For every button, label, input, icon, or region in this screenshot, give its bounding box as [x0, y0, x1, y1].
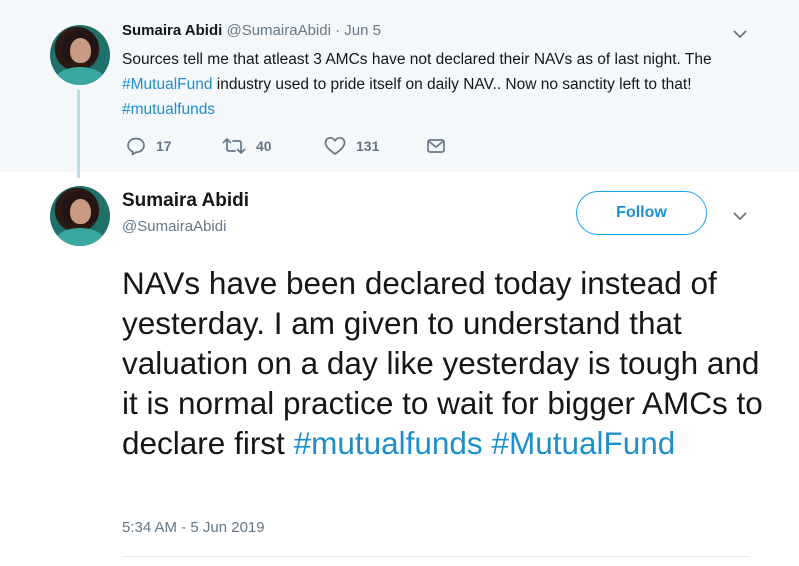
parent-author-handle[interactable]: @SumairaAbidi: [226, 22, 330, 39]
like-button[interactable]: 131: [324, 136, 379, 156]
follow-button[interactable]: Follow: [576, 191, 707, 235]
chevron-down-icon[interactable]: [732, 26, 748, 42]
reply-count: 17: [156, 138, 172, 154]
reply-icon: [127, 137, 145, 156]
direct-message-button[interactable]: [426, 136, 446, 156]
main-author-handle[interactable]: @SumairaAbidi: [122, 218, 226, 235]
hashtag-link[interactable]: #MutualFund: [491, 425, 675, 461]
retweet-count: 40: [256, 138, 272, 154]
chevron-down-icon[interactable]: [732, 208, 748, 224]
reply-button[interactable]: 17: [126, 136, 172, 156]
tweet-timestamp[interactable]: 5:34 AM - 5 Jun 2019: [122, 519, 265, 536]
like-count: 131: [356, 138, 380, 154]
thread-connector-line: [77, 90, 80, 178]
hashtag-link[interactable]: #mutualfunds: [294, 425, 483, 461]
parent-tweet-text: Sources tell me that atleast 3 AMCs have…: [122, 47, 732, 122]
message-icon: [427, 139, 445, 153]
main-author-name[interactable]: Sumaira Abidi: [122, 190, 249, 212]
main-avatar[interactable]: [50, 186, 110, 246]
parent-tweet-header: Sumaira Abidi @SumairaAbidi · Jun 5: [122, 22, 381, 39]
retweet-button[interactable]: 40: [222, 136, 272, 156]
divider: [122, 556, 750, 557]
text-segment: Sources tell me that atleast 3 AMCs have…: [122, 51, 712, 68]
main-tweet-text: NAVs have been declared today instead of…: [122, 263, 782, 463]
like-icon: [324, 136, 346, 155]
parent-avatar[interactable]: [50, 25, 110, 85]
hashtag-link[interactable]: #mutualfunds: [122, 101, 215, 118]
hashtag-link[interactable]: #MutualFund: [122, 76, 212, 93]
parent-tweet-date[interactable]: Jun 5: [344, 22, 381, 39]
parent-tweet[interactable]: Sumaira Abidi @SumairaAbidi · Jun 5 Sour…: [0, 0, 799, 178]
parent-author-name[interactable]: Sumaira Abidi: [122, 22, 222, 39]
retweet-icon: [222, 138, 246, 154]
header-separator: ·: [335, 22, 341, 39]
text-segment: industry used to pride itself on daily N…: [212, 76, 692, 93]
